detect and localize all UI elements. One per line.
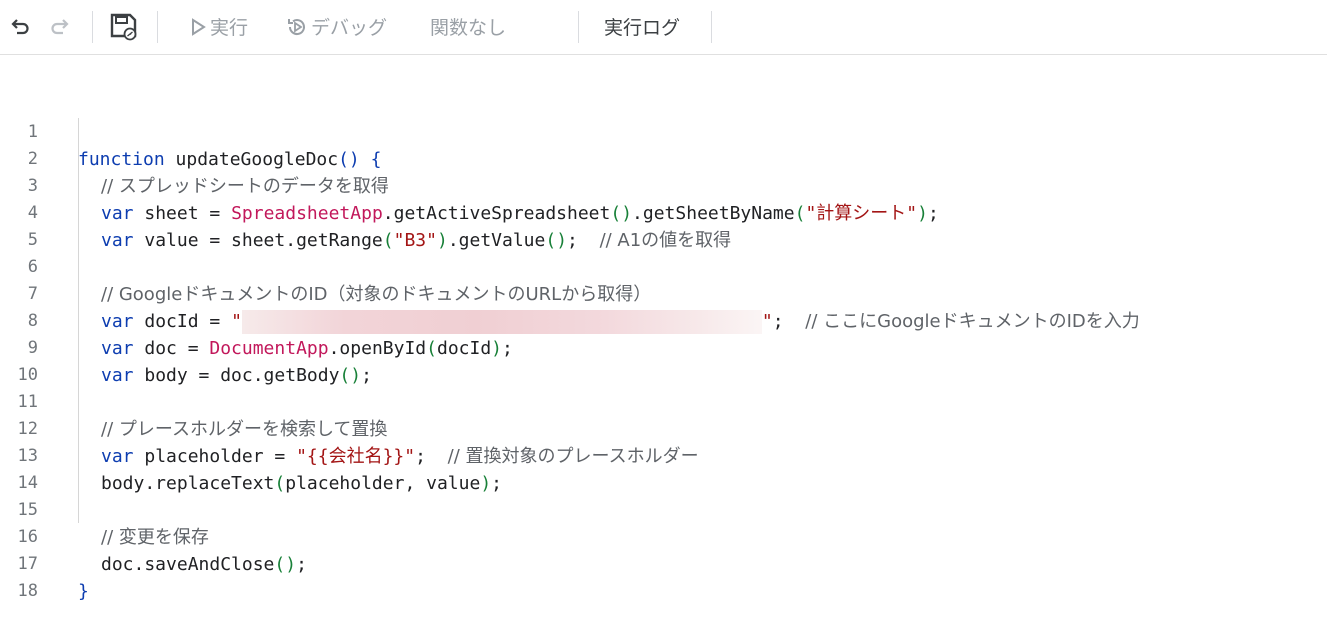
debug-label: デバッグ bbox=[311, 17, 388, 39]
code-line: 8 var doc = DocumentApp.openById(docId); bbox=[27, 311, 513, 359]
debug-icon bbox=[285, 15, 309, 39]
code-editor[interactable]: 1 function updateGoogleDoc() { 2 // スプレッ… bbox=[0, 55, 1327, 602]
code-line: 6 // GoogleドキュメントのID（対象のドキュメントのURLから取得） bbox=[27, 257, 652, 305]
execution-log-button[interactable]: 実行ログ bbox=[602, 13, 680, 40]
code-line: 10 bbox=[17, 365, 38, 385]
toolbar-divider bbox=[578, 11, 579, 43]
undo-icon bbox=[8, 15, 32, 39]
toolbar-divider bbox=[711, 11, 712, 43]
code-line: 4 var value = sheet.getRange("B3").getVa… bbox=[27, 203, 732, 251]
redacted-doc-id bbox=[241, 310, 762, 334]
run-button[interactable]: 実行 bbox=[188, 13, 248, 40]
code-line: 11 // プレースホルダーを検索して置換 bbox=[17, 392, 388, 440]
code-line: 16 doc.saveAndClose(); bbox=[17, 527, 307, 575]
redo-button[interactable] bbox=[48, 15, 72, 39]
run-label: 実行 bbox=[210, 17, 249, 39]
toolbar: 実行 デバッグ 関数なし 実行ログ bbox=[0, 0, 1327, 55]
undo-button[interactable] bbox=[8, 15, 32, 39]
function-select-label: 関数なし bbox=[430, 17, 507, 39]
code-line: 17 } bbox=[17, 554, 89, 602]
debug-button[interactable]: デバッグ bbox=[285, 13, 387, 40]
code-line: 12 var placeholder = "{{会社名}}"; // 置換対象の… bbox=[17, 419, 699, 467]
code-line: 1 function updateGoogleDoc() { bbox=[27, 122, 382, 170]
code-line: 14 bbox=[17, 473, 38, 493]
code-line: 15 // 変更を保存 bbox=[17, 500, 209, 548]
code-line: 13 body.replaceText(placeholder, value); bbox=[17, 446, 502, 494]
save-icon bbox=[109, 12, 139, 42]
code-line: 3 var sheet = SpreadsheetApp.getActiveSp… bbox=[27, 176, 939, 224]
indent-guide bbox=[78, 118, 79, 523]
execution-log-label: 実行ログ bbox=[604, 17, 681, 39]
code-line: 5 bbox=[27, 230, 38, 250]
code-line: 9 var body = doc.getBody(); bbox=[27, 338, 372, 386]
toolbar-divider bbox=[92, 11, 93, 43]
redo-icon bbox=[48, 15, 72, 39]
function-select[interactable]: 関数なし bbox=[428, 13, 506, 40]
code-line: 7 var docId = " "; // ここにGoogleドキュメントのIDを… bbox=[27, 284, 1140, 334]
save-button[interactable] bbox=[109, 12, 139, 42]
code-line: 2 // スプレッドシートのデータを取得 bbox=[27, 149, 389, 197]
toolbar-divider bbox=[157, 11, 158, 43]
play-icon bbox=[188, 15, 208, 39]
